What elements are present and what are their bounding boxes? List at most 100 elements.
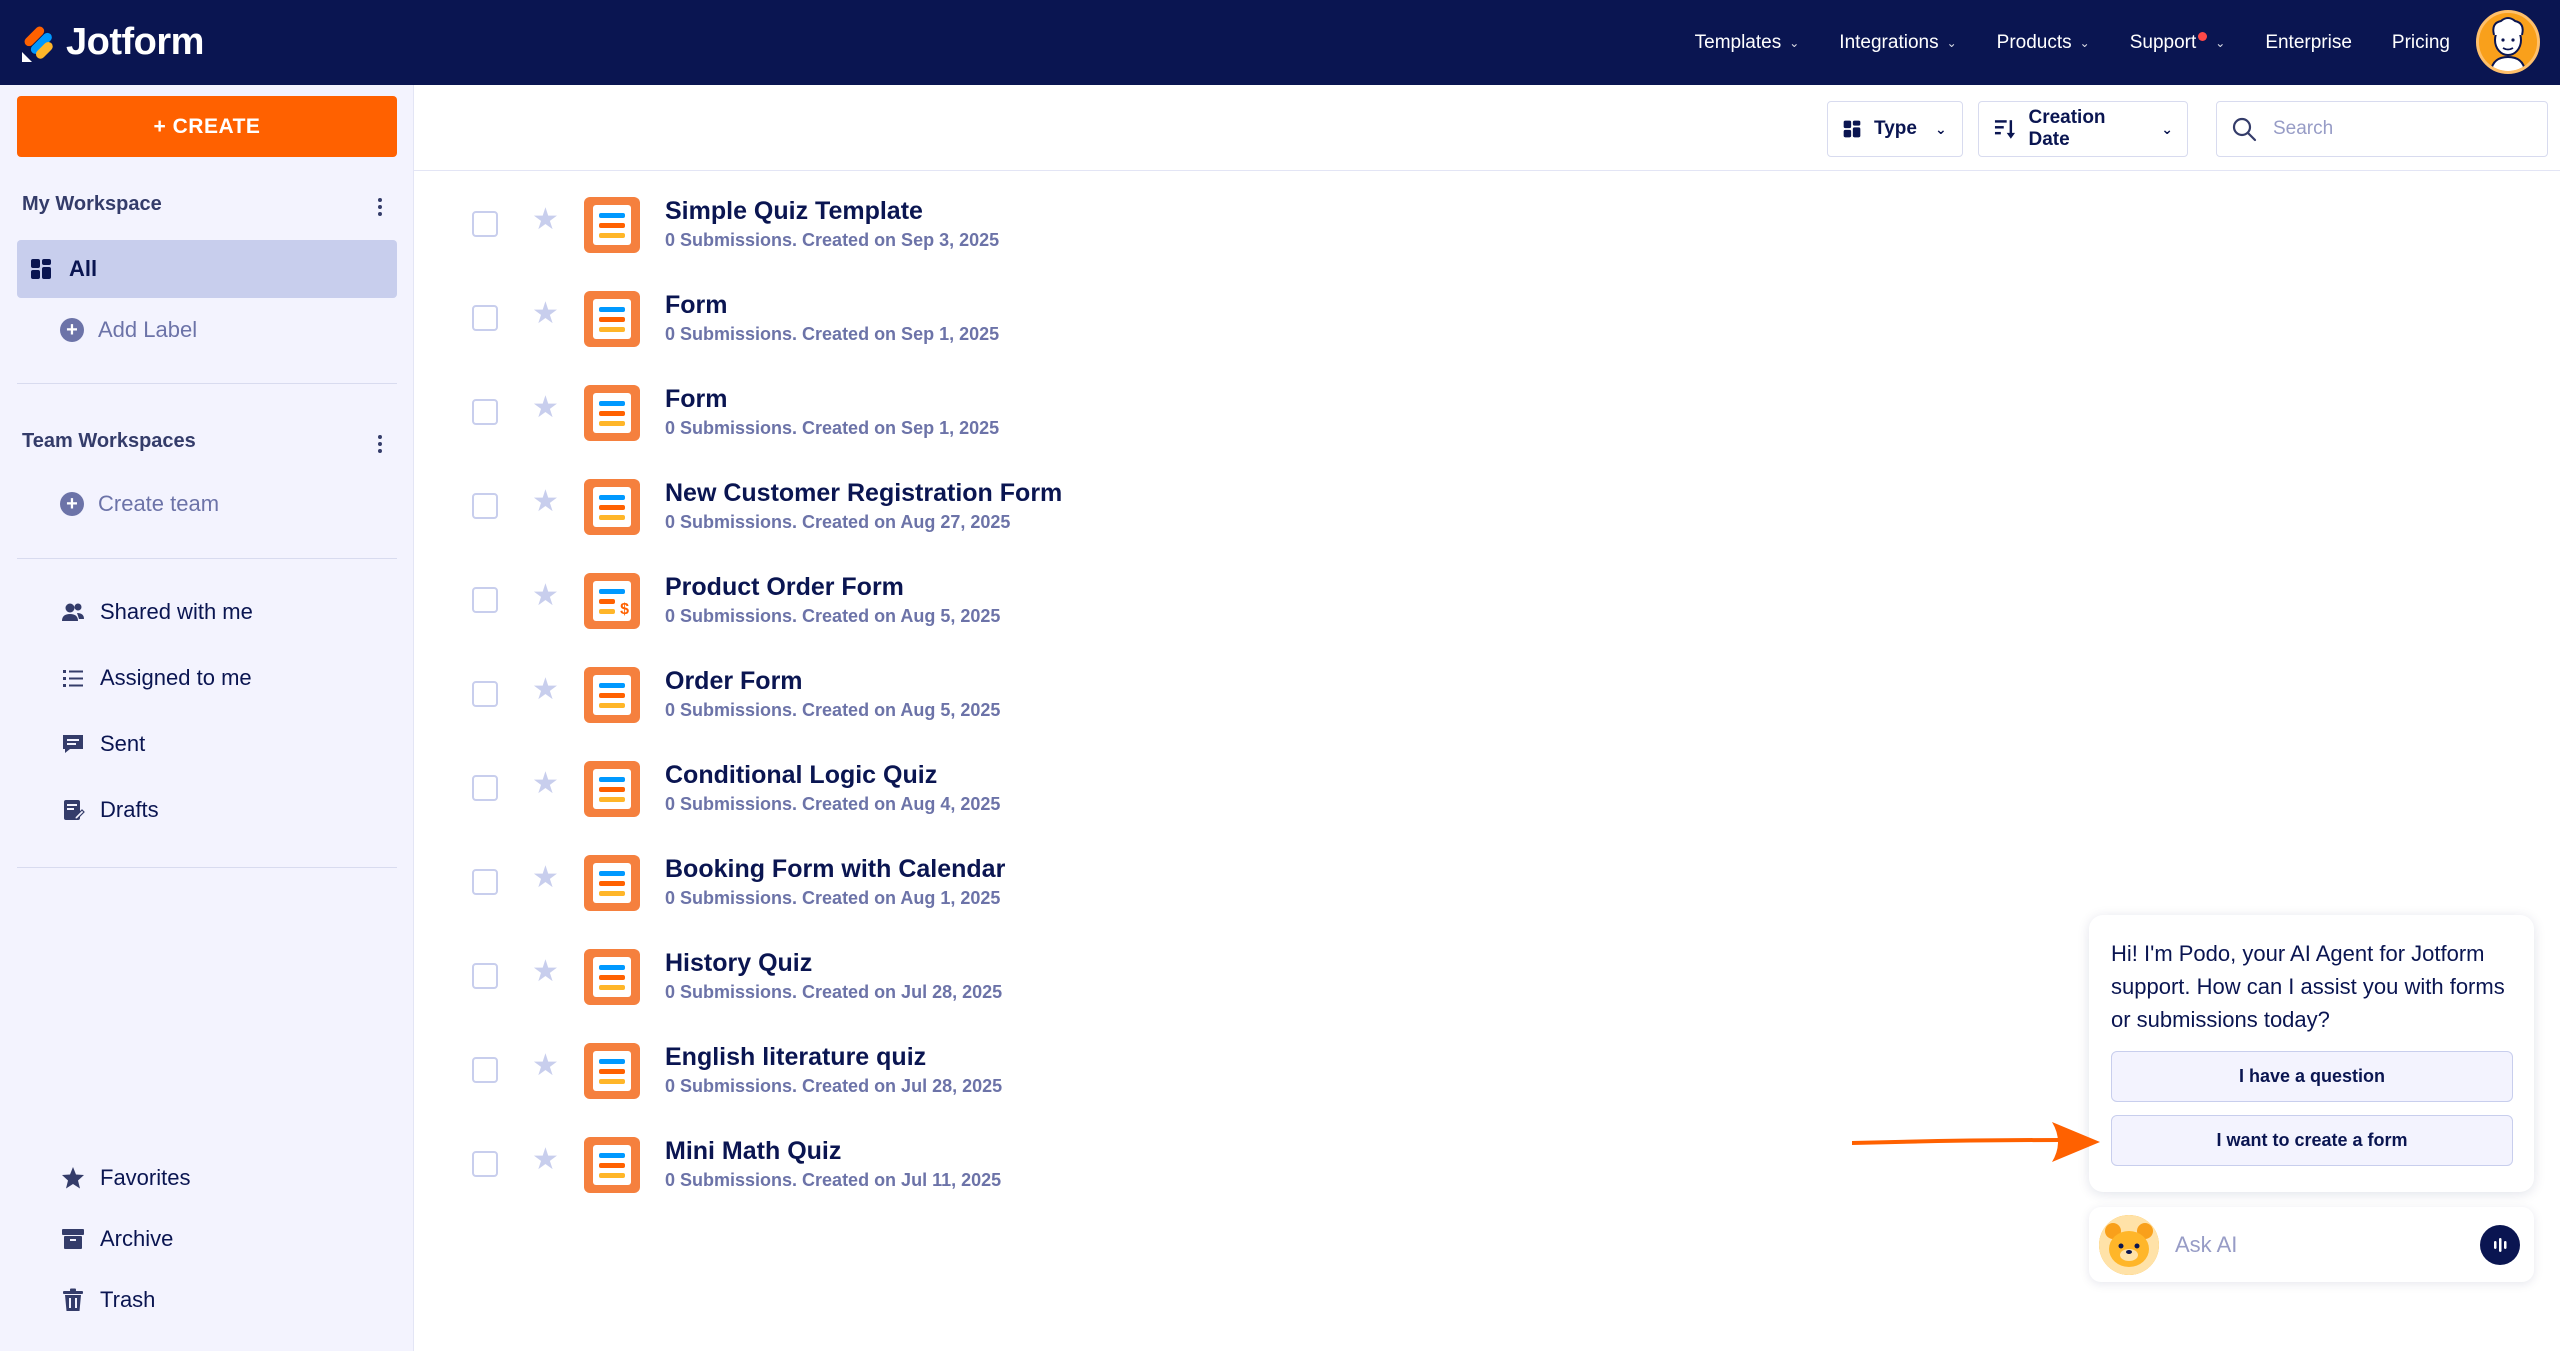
form-row[interactable]: ★ Order Form 0 Submissions. Created on Aug… [414,641,2114,735]
form-icon [584,1137,640,1193]
nav-integrations[interactable]: Integrations ⌄ [1839,32,1956,54]
form-meta: 0 Submissions. Created on Aug 4, 2025 [665,794,1001,814]
row-checkbox[interactable] [472,493,498,519]
form-meta: 0 Submissions. Created on Jul 28, 2025 [665,982,1003,1002]
favorite-star-icon[interactable]: ★ [532,957,559,987]
sidebar-item-trash[interactable]: Trash [60,1287,155,1313]
search-box[interactable] [2216,101,2548,157]
favorite-star-icon[interactable]: ★ [532,393,559,423]
jotform-logo-icon [22,26,53,62]
form-row[interactable]: ★ Form 0 Submissions. Created on Sep 1, 20… [414,359,2114,453]
ai-agent-greeting: Hi! I'm Podo, your AI Agent for Jotform … [2111,941,2505,1032]
top-navbar: Jotform Templates ⌄ Integrations ⌄ Produ… [0,0,2560,85]
sidebar-item-archive[interactable]: Archive [60,1226,173,1252]
form-row[interactable]: ★ Simple Quiz Template 0 Submissions. Crea… [414,171,2114,265]
nav-products[interactable]: Products ⌄ [1997,32,2090,54]
search-input[interactable] [2273,118,2533,140]
favorite-star-icon[interactable]: ★ [532,675,559,705]
sidebar-item-all[interactable]: All [17,240,397,298]
form-title[interactable]: Form [665,385,728,414]
favorite-star-icon[interactable]: ★ [532,863,559,893]
sent-message-icon [63,735,83,753]
form-title[interactable]: Order Form [665,667,803,696]
row-checkbox[interactable] [472,587,498,613]
jotform-logo[interactable]: Jotform [20,21,204,64]
form-row[interactable]: ★ Conditional Logic Quiz 0 Submissions. Cr… [414,735,2114,829]
row-checkbox[interactable] [472,305,498,331]
favorite-star-icon[interactable]: ★ [532,487,559,517]
form-meta: 0 Submissions. Created on Aug 5, 2025 [665,700,1001,720]
voice-input-button[interactable] [2480,1225,2520,1265]
team-workspaces-menu-icon[interactable] [377,432,383,456]
sidebar-divider [17,383,397,384]
form-icon [584,855,640,911]
form-meta: 0 Submissions. Created on Aug 1, 2025 [665,888,1001,908]
add-label-button[interactable]: + Add Label [60,317,197,343]
row-checkbox[interactable] [472,775,498,801]
row-checkbox[interactable] [472,1057,498,1083]
favorite-star-icon[interactable]: ★ [532,1145,559,1175]
nav-templates[interactable]: Templates ⌄ [1695,32,1800,54]
favorite-star-icon[interactable]: ★ [532,299,559,329]
form-meta: 0 Submissions. Created on Sep 1, 2025 [665,324,1000,344]
form-title[interactable]: History Quiz [665,949,812,978]
favorite-star-icon[interactable]: ★ [532,769,559,799]
my-workspace-menu-icon[interactable] [377,195,383,219]
archive-icon [62,1229,84,1249]
form-row[interactable]: ★ New Customer Registration Form 0 Submiss… [414,453,2114,547]
sidebar: + CREATE My Workspace All + Add Label Te… [0,85,414,1351]
row-checkbox[interactable] [472,681,498,707]
grid-icon [1843,120,1861,138]
create-team-button[interactable]: + Create team [60,491,219,517]
sidebar-item-sent[interactable]: Sent [60,731,145,757]
favorite-star-icon[interactable]: ★ [532,205,559,235]
sidebar-item-drafts[interactable]: Drafts [60,797,159,823]
sidebar-item-assigned-to-me[interactable]: Assigned to me [60,665,252,691]
chat-option-create-form[interactable]: I want to create a form [2111,1115,2513,1166]
sidebar-item-favorites[interactable]: Favorites [60,1165,190,1191]
form-title[interactable]: Mini Math Quiz [665,1137,841,1166]
nav-pricing[interactable]: Pricing [2392,32,2450,54]
nav-enterprise[interactable]: Enterprise [2265,32,2352,54]
user-avatar[interactable] [2476,10,2540,74]
form-row[interactable]: ★ Form 0 Submissions. Created on Sep 1, 20… [414,265,2114,359]
ask-ai-input[interactable] [2175,1227,2455,1263]
form-title[interactable]: Product Order Form [665,573,904,602]
form-title[interactable]: Simple Quiz Template [665,197,923,226]
row-checkbox[interactable] [472,211,498,237]
list-toolbar: Type ⌄ Creation Date ⌄ [414,85,2560,171]
podo-avatar [2099,1215,2159,1275]
form-row[interactable]: ★ $ Product Order Form 0 Submissions. Creat… [414,547,2114,641]
chat-option-have-question[interactable]: I have a question [2111,1051,2513,1102]
form-title[interactable]: Booking Form with Calendar [665,855,1005,884]
form-title[interactable]: Conditional Logic Quiz [665,761,937,790]
sidebar-item-shared-with-me[interactable]: Shared with me [60,599,253,625]
type-filter-button[interactable]: Type ⌄ [1827,101,1963,157]
create-button[interactable]: + CREATE [17,96,397,157]
form-title[interactable]: New Customer Registration Form [665,479,1062,508]
chevron-down-icon: ⌄ [1934,120,1947,137]
form-icon [584,197,640,253]
row-checkbox[interactable] [472,1151,498,1177]
form-meta: 0 Submissions. Created on Sep 3, 2025 [665,230,1000,250]
chevron-down-icon: ⌄ [2161,120,2173,137]
form-title[interactable]: English literature quiz [665,1043,926,1072]
row-checkbox[interactable] [472,963,498,989]
nav-links: Templates ⌄ Integrations ⌄ Products ⌄ Su… [1695,0,2450,85]
nav-support[interactable]: Support ⌄ [2130,32,2226,54]
form-icon [584,949,640,1005]
favorite-star-icon[interactable]: ★ [532,1051,559,1081]
form-title[interactable]: Form [665,291,728,320]
form-row[interactable]: ★ History Quiz 0 Submissions. Created on J… [414,923,2114,1017]
sidebar-item-all-label: All [69,256,98,281]
row-checkbox[interactable] [472,869,498,895]
row-checkbox[interactable] [472,399,498,425]
form-row[interactable]: ★ English literature quiz 0 Submissions. C… [414,1017,2114,1111]
favorite-star-icon[interactable]: ★ [532,581,559,611]
chevron-down-icon: ⌄ [1789,35,1800,50]
orange-arrow-annotation [1852,1122,2100,1162]
sort-creation-date-button[interactable]: Creation Date ⌄ [1978,101,2188,157]
form-row[interactable]: ★ Booking Form with Calendar 0 Submissions… [414,829,2114,923]
form-icon [584,667,640,723]
form-icon [584,761,640,817]
